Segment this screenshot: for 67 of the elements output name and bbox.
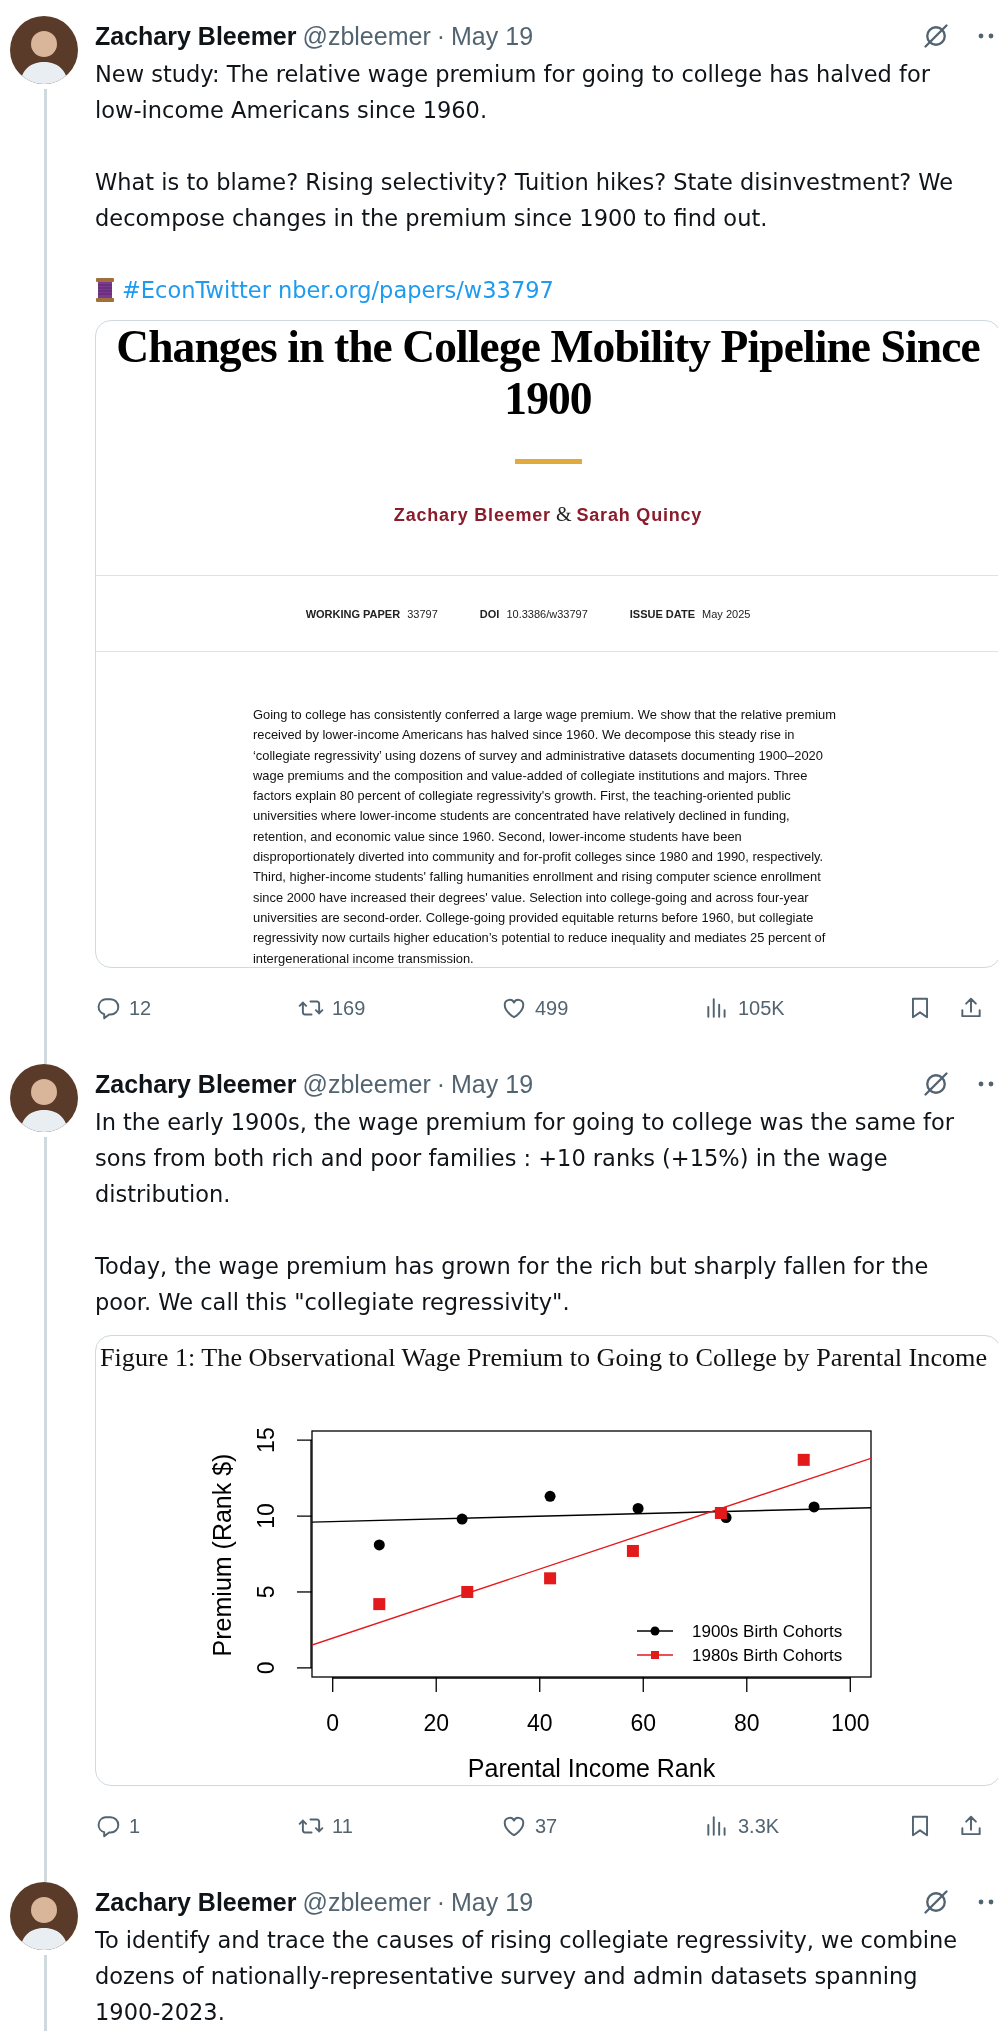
post-date[interactable]: May 19 [451, 1887, 534, 1917]
tick-label: 0 [326, 1710, 340, 1736]
paper-title: Changes in the College Mobility Pipeline Since 1900 [115, 321, 981, 425]
data-point [797, 1453, 810, 1466]
author-handle[interactable]: @zbleemer [302, 1887, 431, 1917]
paper-meta: WORKING PAPER 33797 [305, 607, 438, 620]
data-point [461, 1585, 474, 1598]
data-point [544, 1572, 557, 1585]
data-point [373, 1598, 386, 1611]
data-point [373, 1539, 385, 1551]
abstract-text: Going to college has consistently conferred a large wage premium. We show that the relative premium received by lower-income Americans has halved since 1960. We decompose this steady rise in ‘collegiate regressivity’ using dozens of survey and administrative datasets documenting 1900–2020 wage premiums and the composition and value-added of collegiate institutions and majors. Three factors explain 80 percent of collegiate regressivity's growth. First, the teaching-oriented public universities where lower-income students are concentrated have relatively declined in funding, retention, and economic value since 1960. Second, lower-income students have been disproportionately diverted into community and for-profit colleges since 1980 and 1990, respectively. Third, higher-income students' falling humanities enrollment and rising computer science enrollment since 2000 have increased their degrees' value. Selection into college-going and across four-year universities are second-order. College-going provided equitable returns before 1960, but collegiate regressivity now curtails higher education’s potential to reduce inequality and mediates 25 percent of intergenerational income transmission. [253, 706, 837, 967]
tick-label: 60 [630, 1710, 657, 1736]
data-point [544, 1490, 556, 1502]
tick-label: 5 [253, 1585, 279, 1599]
tick-label: 40 [526, 1710, 553, 1736]
axis-title: Parental Income Rank [467, 1754, 716, 1782]
post-text: To identify and trace the causes of rising collegiate regressivity, we combine dozens of nationally-representative survey and admin datasets spanning 1900-2023. [95, 1926, 959, 2027]
views-count: 3.3K [738, 1814, 780, 1838]
ampersand: & [555, 503, 572, 525]
data-point [632, 1502, 644, 1514]
reply-icon[interactable] [95, 1813, 121, 1839]
tick-label: 80 [734, 1710, 760, 1736]
author-name: Zachary Bleemer [393, 505, 551, 525]
data-point [626, 1544, 639, 1557]
slashed-circle-icon[interactable] [922, 1070, 950, 1098]
tick-label: 20 [423, 1710, 449, 1736]
reply-count: 12 [129, 996, 152, 1020]
data-point [714, 1507, 727, 1519]
tick-label: 10 [253, 1503, 279, 1529]
tick-label: 0 [253, 1661, 279, 1675]
data-point [808, 1501, 820, 1513]
post-text: In the early 1900s, the wage premium for going to college was the same for sons from both rich and poor families : +10 ranks (+15%) in the wage distribution. [95, 1108, 956, 1209]
reply-count: 1 [129, 1814, 141, 1838]
author-handle[interactable]: @zbleemer [302, 21, 431, 51]
author-name[interactable]: Zachary Bleemer [95, 1069, 297, 1099]
data-point [456, 1513, 468, 1525]
legend-marker [636, 1651, 674, 1659]
tick-label: 15 [253, 1427, 279, 1453]
thread-spool-icon [95, 277, 115, 303]
paper-meta: DOI 10.3386/w33797 [479, 607, 588, 620]
repost-count: 11 [332, 1814, 353, 1838]
author-name: Sarah Quincy [576, 505, 703, 525]
author-handle[interactable]: @zbleemer [302, 1069, 431, 1099]
slashed-circle-icon[interactable] [922, 1888, 950, 1916]
post-date[interactable]: May 19 [451, 1069, 534, 1099]
separator-dot: · [436, 1069, 446, 1099]
chart-title: Figure 1: The Observational Wage Premium to Going to College by Parental Income [99, 1342, 989, 1374]
like-count: 37 [535, 1814, 558, 1838]
separator-dot: · [436, 1887, 446, 1917]
author-name[interactable]: Zachary Bleemer [95, 21, 297, 51]
post-text: New study: The relative wage premium for going to college has halved for low-income Americans since 1960. [95, 60, 931, 125]
post-date[interactable]: May 19 [451, 21, 534, 51]
legend-label: 1900s Birth Cohorts [692, 1622, 843, 1641]
paper-meta: ISSUE DATE May 2025 [629, 607, 751, 620]
slashed-circle-icon[interactable] [922, 22, 950, 50]
post-text: Today, the wage premium has grown for the rich but sharply fallen for the poor. We call this "collegiate regressivity". [95, 1252, 930, 1317]
like-count: 499 [535, 996, 569, 1020]
legend-label: 1980s Birth Cohorts [692, 1646, 843, 1665]
post-text: What is to blame? Rising selectivity? Tuition hikes? State disinvestment? We decompose changes in the premium since 1900 to find out. [95, 168, 955, 233]
tick-label: 100 [831, 1710, 870, 1736]
axis-title: Premium (Rank $) [208, 1453, 236, 1657]
views-count: 105K [738, 996, 785, 1020]
author-name[interactable]: Zachary Bleemer [95, 1887, 297, 1917]
legend-marker [636, 1626, 674, 1636]
repost-count: 169 [332, 996, 366, 1020]
reply-icon[interactable] [95, 995, 121, 1021]
separator-dot: · [436, 21, 446, 51]
